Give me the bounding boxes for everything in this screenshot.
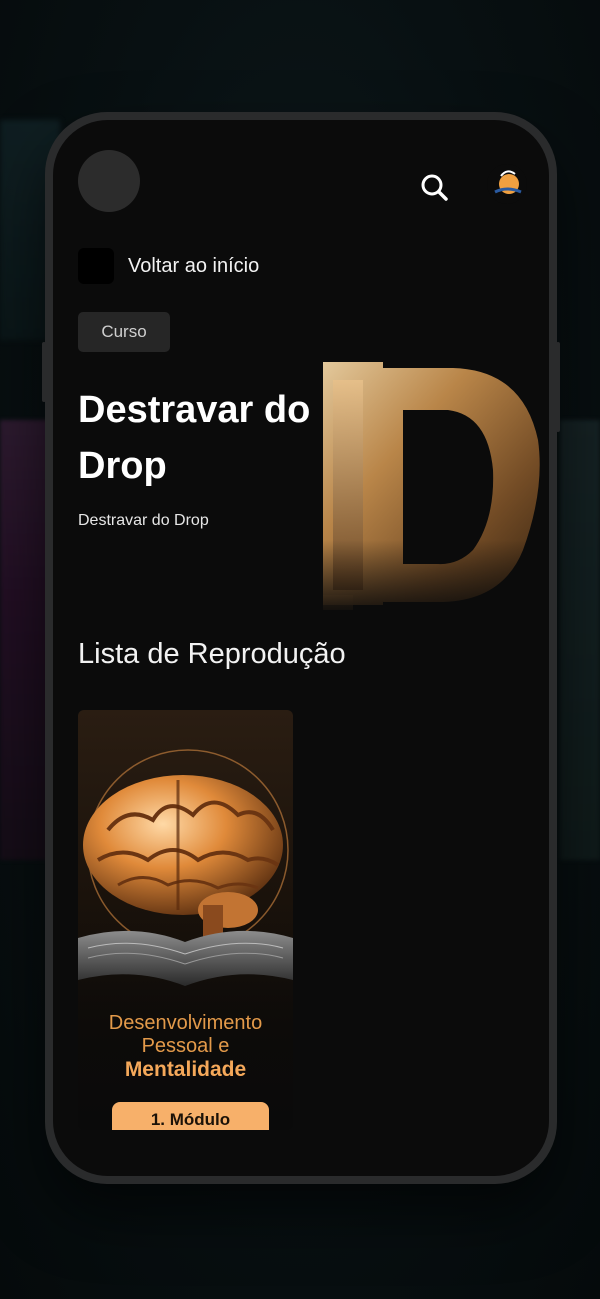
phone-frame: Voltar ao início Curso Destravar do Drop… bbox=[42, 112, 560, 1184]
background-blur-poster bbox=[560, 420, 600, 860]
back-label: Voltar ao início bbox=[128, 254, 260, 277]
course-subtitle: Destravar do Drop bbox=[78, 512, 209, 529]
hero-fade-overlay bbox=[53, 540, 549, 620]
module-title: Desenvolvimento Pessoal e Mentalidade bbox=[108, 1012, 263, 1081]
profile-placeholder[interactable] bbox=[78, 150, 140, 212]
course-badge: Curso bbox=[78, 312, 170, 352]
phone-side-button bbox=[42, 342, 46, 402]
playlist-section-title: Lista de Reprodução bbox=[78, 638, 346, 670]
avatar-icon bbox=[494, 170, 522, 194]
back-icon bbox=[78, 248, 114, 284]
app-screen: Voltar ao início Curso Destravar do Drop… bbox=[53, 120, 549, 1176]
search-button[interactable] bbox=[417, 170, 451, 204]
brain-illustration bbox=[78, 749, 293, 986]
course-title: Destravar do Drop bbox=[78, 389, 311, 487]
search-icon bbox=[421, 174, 448, 201]
module-card[interactable]: Desenvolvimento Pessoal e Mentalidade 1.… bbox=[78, 710, 293, 1130]
avatar[interactable] bbox=[487, 164, 527, 204]
module-number-button[interactable]: 1. Módulo bbox=[112, 1102, 269, 1130]
phone-side-button bbox=[556, 342, 560, 432]
back-to-home-button[interactable]: Voltar ao início bbox=[78, 248, 259, 284]
